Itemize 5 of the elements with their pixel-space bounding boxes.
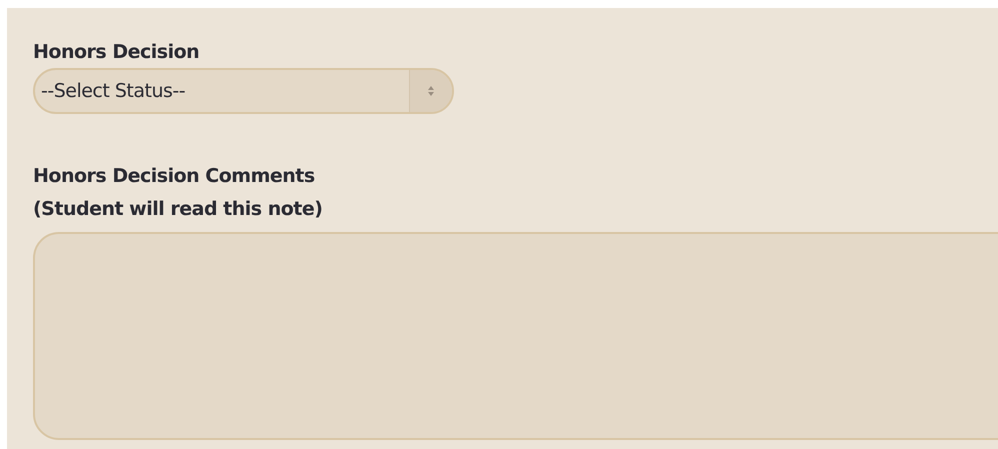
status-select[interactable]: --Select Status--	[33, 68, 454, 114]
updown-arrows-icon	[427, 85, 435, 97]
field-label: Honors Decision	[33, 40, 200, 64]
field-label: Honors Decision Comments (Student will read this note)	[33, 164, 324, 222]
comments-field[interactable]	[33, 232, 998, 440]
